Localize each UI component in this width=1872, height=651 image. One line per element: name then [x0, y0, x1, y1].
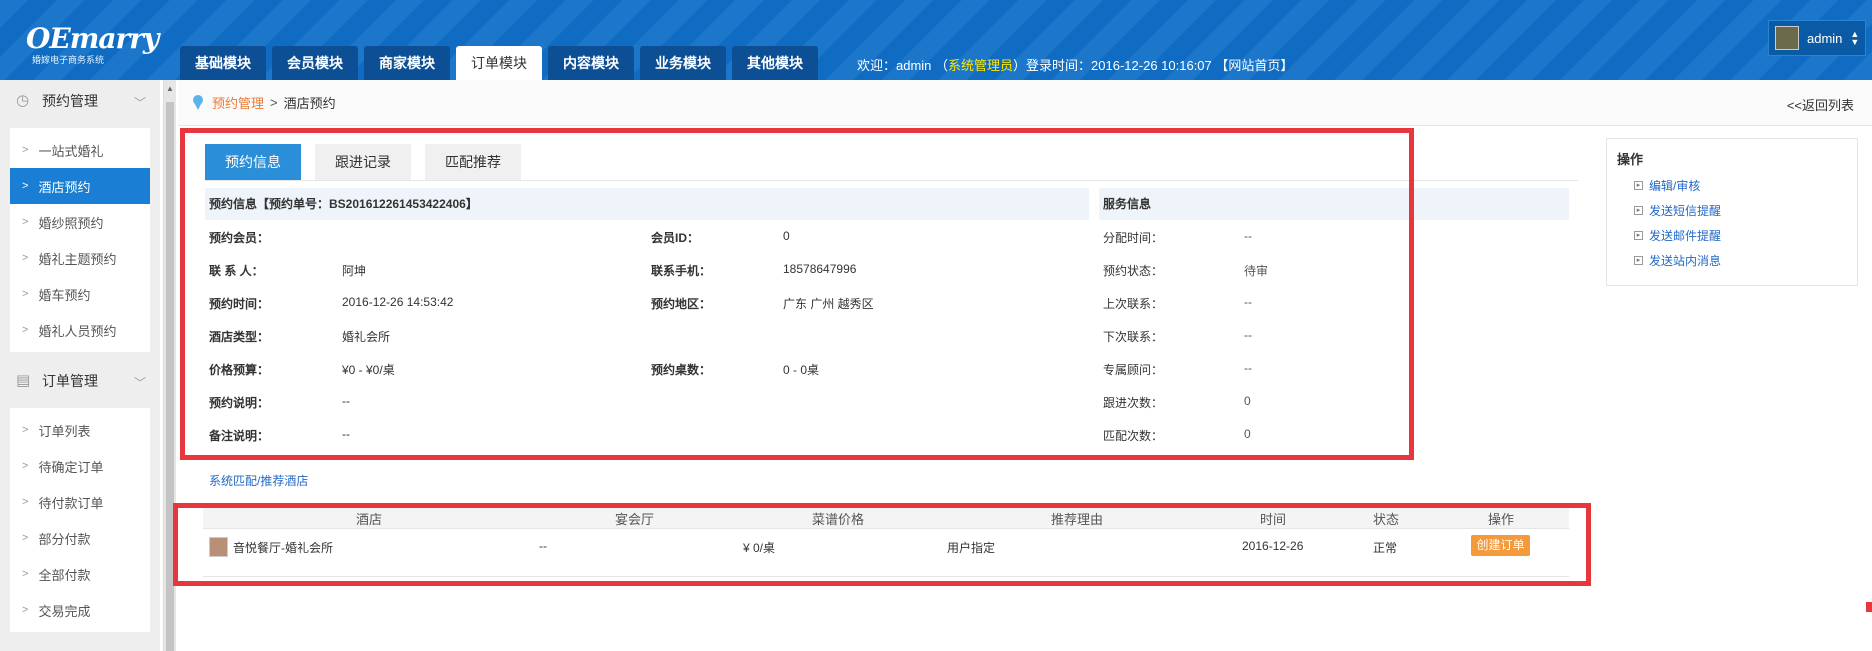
location-pin-icon [193, 95, 203, 110]
user-role: 系统管理员 [948, 58, 1014, 73]
sidebar-item-label: 部分付款 [38, 531, 91, 547]
chevron-right-icon: > [22, 604, 29, 616]
welcome-text: 欢迎：admin （系统管理员）登录时间：2016-12-26 10:16:07… [857, 55, 1293, 74]
sidebar-item-label: 酒店预约 [38, 179, 91, 195]
chevron-right-icon: > [22, 252, 29, 264]
sidebar-item[interactable]: > 婚礼人员预约 [10, 312, 150, 348]
chevron-right-icon: > [22, 144, 29, 156]
send-sms-link[interactable]: ▸ 发送短信提醒 [1607, 198, 1857, 223]
sidebar-item[interactable]: > 待付款订单 [10, 484, 150, 520]
chevron-down-icon: ﹀ [133, 376, 146, 390]
sidebar-item[interactable]: > 一站式婚礼 [10, 132, 150, 168]
edge-marker [1866, 602, 1872, 612]
logo[interactable]: OEmarry 婚嫁电子商务系统 [26, 22, 159, 66]
highlight-box-table [173, 503, 1591, 586]
link-label: 编辑/审核 [1649, 179, 1701, 193]
operations-title: 操作 [1617, 152, 1644, 167]
welcome-suffix[interactable]: ）登录时间：2016-12-26 10:16:07 【网站首页】 [1013, 58, 1293, 73]
tab-member[interactable]: 会员模块 [272, 46, 358, 80]
sidebar-item-label: 交易完成 [38, 603, 91, 619]
tab-other[interactable]: 其他模块 [732, 46, 818, 80]
chevron-right-icon: > [22, 532, 29, 544]
sidebar-item-label: 婚纱照预约 [38, 215, 104, 231]
sidebar-item-label: 婚车预约 [38, 287, 91, 303]
sidebar-item[interactable]: > 部分付款 [10, 520, 150, 556]
sidebar-item-label: 全部付款 [38, 567, 91, 583]
sidebar: ◷ 预约管理 ﹀ > 一站式婚礼 > 酒店预约 > 婚纱照预约 > 婚礼主题预约 > 婚车… [0, 80, 160, 651]
sidebar-item-label: 一站式婚礼 [38, 143, 104, 159]
top-header: OEmarry 婚嫁电子商务系统 基础模块 会员模块 商家模块 订单模块 内容模… [0, 0, 1872, 80]
send-message-link[interactable]: ▸ 发送站内消息 [1607, 248, 1857, 273]
play-icon: ▸ [1634, 231, 1643, 240]
sidebar-item[interactable]: > 交易完成 [10, 592, 150, 628]
sidebar-item[interactable]: > 婚礼主题预约 [10, 240, 150, 276]
operations-panel: 操作 ▸ 编辑/审核 ▸ 发送短信提醒 ▸ 发送邮件提醒 ▸ 发送站内消息 [1606, 138, 1858, 286]
sidebar-menu-orders: > 订单列表 > 待确定订单 > 待付款订单 > 部分付款 > 全部付款 > 交易完成 [10, 408, 150, 632]
sidebar-group-orders[interactable]: ▤ 订单管理 ﹀ [0, 360, 160, 402]
username: admin [1807, 30, 1843, 46]
breadcrumb: 预约管理 > 酒店预约 <<返回列表 [178, 80, 1872, 126]
tab-basic[interactable]: 基础模块 [180, 46, 266, 80]
sidebar-item-label: 婚礼主题预约 [38, 251, 117, 267]
sidebar-item[interactable]: > 待确定订单 [10, 448, 150, 484]
sidebar-item-label: 婚礼人员预约 [38, 323, 117, 339]
chevron-right-icon: > [22, 180, 29, 192]
module-nav: 基础模块 会员模块 商家模块 订单模块 内容模块 业务模块 其他模块 [180, 46, 824, 80]
sidebar-item-label: 订单列表 [38, 423, 91, 439]
chevron-right-icon: > [22, 460, 29, 472]
group-title: 订单管理 [42, 373, 98, 389]
chevron-right-icon: > [22, 568, 29, 580]
link-label: 发送站内消息 [1649, 254, 1722, 268]
sidebar-item[interactable]: > 婚车预约 [10, 276, 150, 312]
clock-icon: ◷ [16, 92, 30, 109]
avatar [1775, 26, 1799, 50]
sidebar-item-label: 待付款订单 [38, 495, 104, 511]
logo-text: OEmarry [26, 22, 159, 55]
breadcrumb-link[interactable]: 预约管理 [212, 93, 264, 112]
tab-order[interactable]: 订单模块 [456, 46, 542, 80]
play-icon: ▸ [1634, 256, 1643, 265]
sidebar-item-active[interactable]: > 酒店预约 [10, 168, 150, 204]
match-recommend-link[interactable]: 系统匹配/推荐酒店 [209, 472, 308, 489]
tab-business[interactable]: 业务模块 [640, 46, 726, 80]
chevron-right-icon: > [22, 288, 29, 300]
sidebar-item[interactable]: > 婚纱照预约 [10, 204, 150, 240]
highlight-box-booking [180, 128, 1414, 460]
play-icon: ▸ [1634, 181, 1643, 190]
sidebar-item-label: 待确定订单 [38, 459, 104, 475]
clipboard-icon: ▤ [16, 372, 31, 389]
link-label: 发送短信提醒 [1649, 204, 1722, 218]
sidebar-menu-booking: > 一站式婚礼 > 酒店预约 > 婚纱照预约 > 婚礼主题预约 > 婚车预约 > 婚礼人员预… [10, 128, 150, 352]
chevron-right-icon: > [22, 496, 29, 508]
chevron-right-icon: > [22, 216, 29, 228]
chevron-right-icon: > [22, 424, 29, 436]
sidebar-item[interactable]: > 订单列表 [10, 412, 150, 448]
logo-subtitle: 婚嫁电子商务系统 [32, 55, 105, 65]
scroll-up-icon[interactable]: ▲ [166, 84, 174, 93]
breadcrumb-current: 酒店预约 [283, 96, 336, 111]
chevron-down-icon: ﹀ [133, 96, 146, 110]
breadcrumb-separator: > [270, 95, 278, 110]
edit-review-link[interactable]: ▸ 编辑/审核 [1607, 173, 1857, 198]
link-label: 发送邮件提醒 [1649, 229, 1722, 243]
caret-updown-icon: ▲ ▼ [1850, 29, 1860, 47]
play-icon: ▸ [1634, 206, 1643, 215]
user-menu[interactable]: admin ▲ ▼ [1768, 20, 1866, 56]
tab-merchant[interactable]: 商家模块 [364, 46, 450, 80]
back-to-list-link[interactable]: <<返回列表 [1787, 95, 1854, 114]
welcome-prefix: 欢迎：admin （ [857, 58, 949, 73]
sidebar-item[interactable]: > 全部付款 [10, 556, 150, 592]
group-title: 预约管理 [42, 93, 98, 109]
send-email-link[interactable]: ▸ 发送邮件提醒 [1607, 223, 1857, 248]
chevron-right-icon: > [22, 324, 29, 336]
sidebar-group-booking[interactable]: ◷ 预约管理 ﹀ [0, 80, 160, 122]
tab-content[interactable]: 内容模块 [548, 46, 634, 80]
